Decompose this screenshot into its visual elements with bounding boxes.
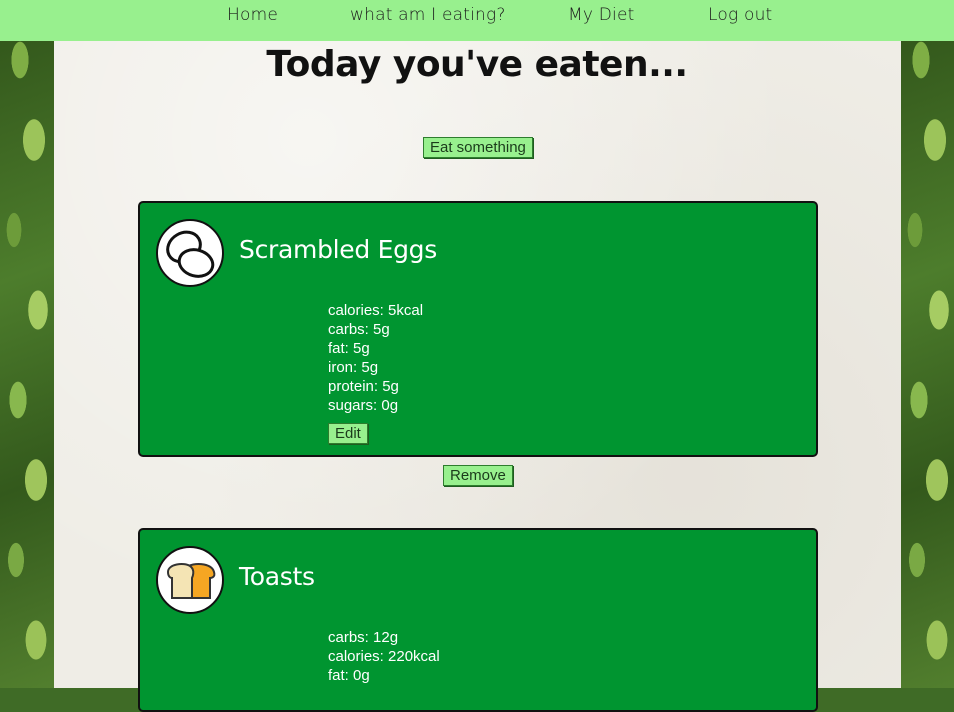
nutrient-item: carbs: 12g: [328, 629, 399, 646]
bread-icon: [156, 546, 224, 614]
eat-something-button[interactable]: Eat something: [423, 137, 533, 158]
food-card: Scrambled Eggs calories: 5kcal carbs: 5g…: [138, 201, 818, 457]
page-title: Today you've eaten...: [266, 44, 688, 85]
edit-button[interactable]: Edit: [328, 423, 368, 444]
nav-what-am-i-eating-link[interactable]: what am I eating?: [350, 5, 506, 25]
nav-my-diet-link[interactable]: My Diet: [568, 5, 634, 25]
nutrient-item: carbs: 5g: [328, 321, 390, 338]
nutrient-item: calories: 220kcal: [328, 648, 440, 665]
nutrient-item: fat: 5g: [328, 340, 370, 357]
leaf-background-left: [0, 0, 54, 688]
remove-button[interactable]: Remove: [443, 465, 513, 486]
nutrient-item: sugars: 0g: [328, 397, 399, 414]
top-navbar: Home what am I eating? My Diet Log out: [0, 0, 954, 41]
food-name: Toasts: [239, 562, 315, 591]
eggs-icon: [156, 219, 224, 287]
food-name: Scrambled Eggs: [239, 235, 437, 264]
nav-home-link[interactable]: Home: [227, 5, 278, 25]
nutrient-item: protein: 5g: [328, 378, 399, 395]
food-card: Toasts carbs: 12g calories: 220kcal fat:…: [138, 528, 818, 712]
nutrient-item: calories: 5kcal: [328, 302, 424, 319]
nutrient-item: iron: 5g: [328, 359, 379, 376]
nutrient-list: carbs: 12g calories: 220kcal fat: 0g: [328, 628, 440, 685]
leaf-background-right: [901, 0, 954, 688]
nutrient-list: calories: 5kcal carbs: 5g fat: 5g iron: …: [328, 301, 423, 415]
nav-log-out-link[interactable]: Log out: [708, 5, 772, 25]
nutrient-item: fat: 0g: [328, 667, 370, 684]
